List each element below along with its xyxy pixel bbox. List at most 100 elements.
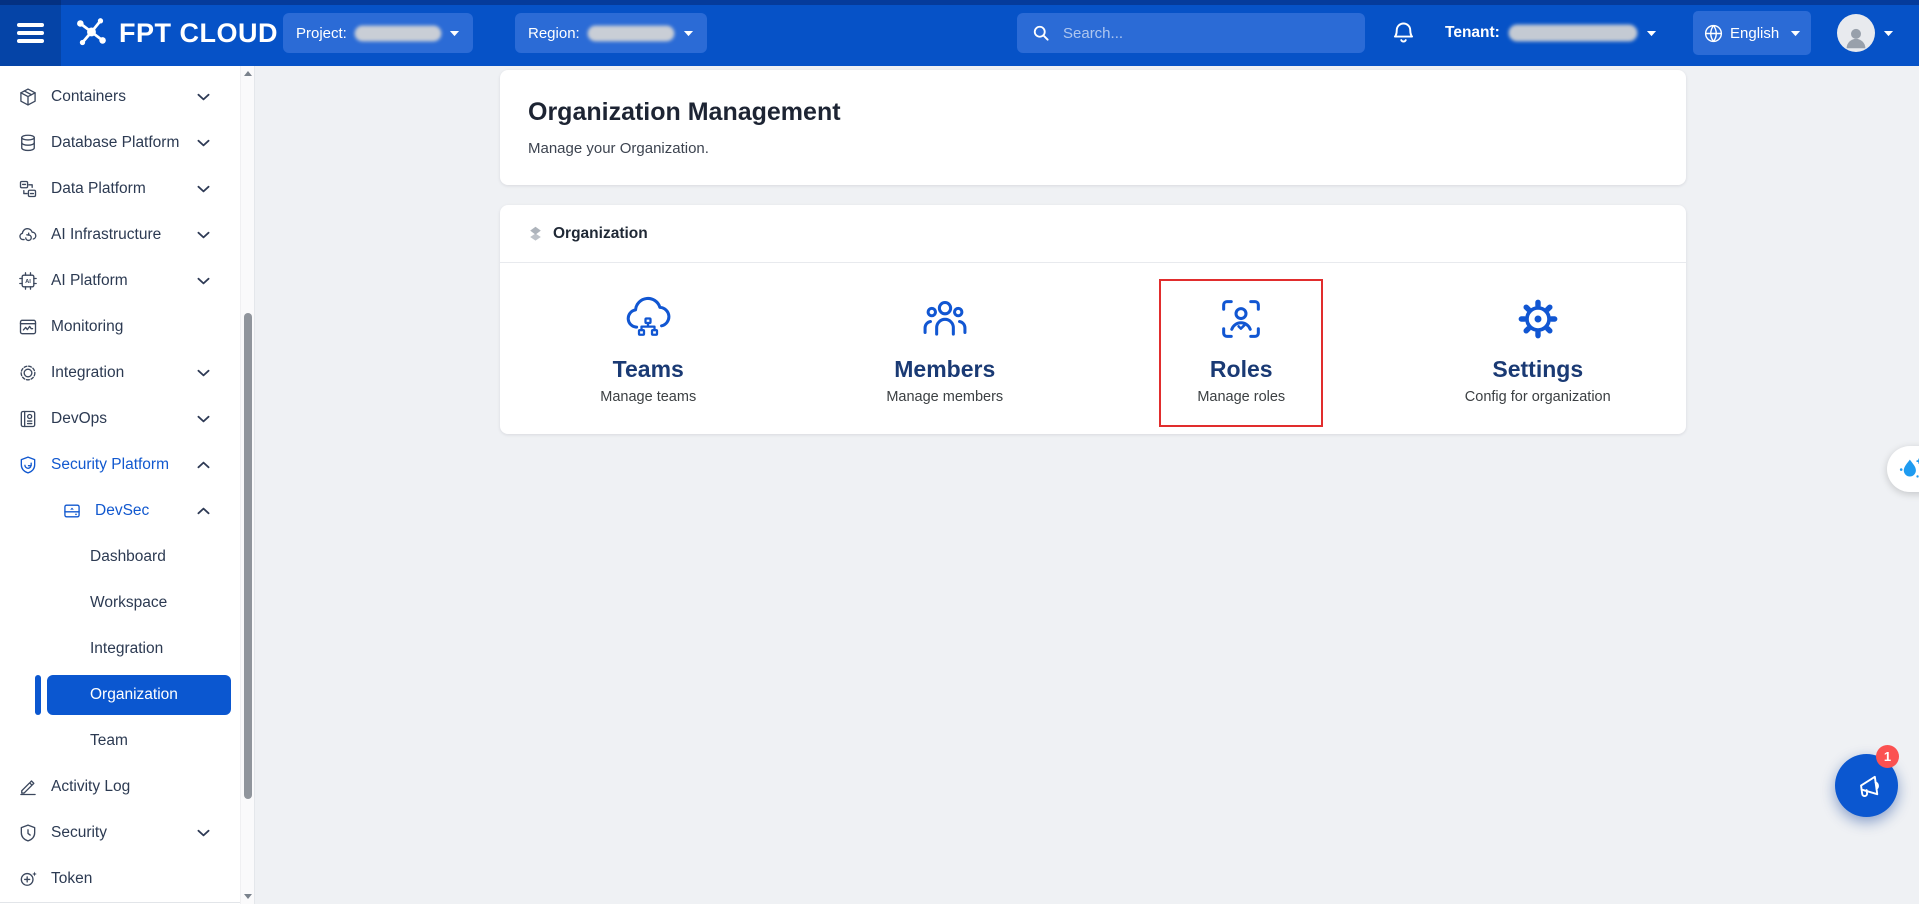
chevron-down-icon <box>1883 30 1894 37</box>
integration-icon <box>18 363 38 383</box>
tile-roles[interactable]: Roles Manage roles <box>1093 263 1390 434</box>
sidebar-item-ai-platform[interactable]: AI AI Platform <box>0 258 240 304</box>
token-icon <box>18 869 38 889</box>
sidebar-item-team[interactable]: Team <box>0 718 240 764</box>
region-label: Region: <box>528 24 580 42</box>
organization-card: Organization Teams Manage teams Members Man… <box>500 205 1686 434</box>
sidebar-item-ai-infrastructure[interactable]: AI Infrastructure <box>0 212 240 258</box>
sidebar-item-label: Integration <box>90 640 164 657</box>
chevron-up-icon <box>197 461 210 469</box>
devsec-icon <box>62 501 82 521</box>
sidebar-item-label: Security <box>51 824 107 841</box>
data-platform-icon <box>18 179 38 199</box>
chevron-down-icon <box>197 231 210 239</box>
sidebar-item-label: Team <box>90 732 128 749</box>
sidebar-item-database-platform[interactable]: Database Platform <box>0 120 240 166</box>
sidebar-item-devsec[interactable]: DevSec <box>0 488 240 534</box>
page-header-card: Organization Management Manage your Orga… <box>500 70 1686 185</box>
chevron-up-icon <box>197 507 210 515</box>
hamburger-icon <box>17 19 44 48</box>
tile-description: Manage teams <box>600 389 697 405</box>
activity-log-icon <box>18 777 38 797</box>
sidebar-nav-list: Containers Database Platform Data Platform… <box>0 74 240 902</box>
sidebar-item-label: Database Platform <box>51 134 180 151</box>
svg-text:AI: AI <box>25 279 31 285</box>
sidebar-item-label: Token <box>51 870 93 887</box>
sidebar-item-label: Security Platform <box>51 456 170 473</box>
organization-section-title: Organization <box>553 224 648 242</box>
brand-logo[interactable]: FPT CLOUD <box>74 0 278 66</box>
redacted-tenant-value <box>1508 25 1637 41</box>
organization-tiles: Teams Manage teams Members Manage members Ro… <box>500 263 1686 434</box>
redacted-project-value <box>354 25 441 41</box>
user-menu[interactable] <box>1837 0 1894 66</box>
menu-toggle-button[interactable] <box>0 0 61 66</box>
tile-title: Roles <box>1209 356 1273 382</box>
chevron-down-icon <box>197 829 210 837</box>
ai-infrastructure-icon <box>18 225 38 245</box>
region-selector[interactable]: Region: <box>515 13 707 53</box>
sidebar-item-integration[interactable]: Integration <box>0 350 240 396</box>
sidebar-item-label: Containers <box>51 88 126 105</box>
notifications-button[interactable] <box>1390 19 1418 47</box>
fpt-logo-icon <box>74 15 110 51</box>
sidebar-item-label: AI Infrastructure <box>51 226 162 243</box>
sidebar-item-dashboard[interactable]: Dashboard <box>0 534 240 580</box>
scroll-up-arrow-icon[interactable] <box>243 69 253 79</box>
sidebar-item-activity-log[interactable]: Activity Log <box>0 764 240 810</box>
tenant-label: Tenant: <box>1445 24 1500 41</box>
sidebar-item-label: DevOps <box>51 410 107 427</box>
chevron-down-icon <box>1646 30 1657 37</box>
global-search <box>1017 13 1365 53</box>
members-icon <box>919 293 971 345</box>
sidebar-item-token[interactable]: Token <box>0 856 240 902</box>
chevron-down-icon <box>197 369 210 377</box>
notification-badge: 1 <box>1876 745 1899 768</box>
sidebar-item-label: Dashboard <box>90 548 166 565</box>
security-platform-icon <box>18 455 38 475</box>
sidebar-item-label: Organization <box>90 686 178 703</box>
sidebar-item-label: Monitoring <box>51 318 124 335</box>
sidebar-item-devops[interactable]: DevOps <box>0 396 240 442</box>
sidebar-item-security-platform[interactable]: Security Platform <box>0 442 240 488</box>
sidebar-item-data-platform[interactable]: Data Platform <box>0 166 240 212</box>
layers-icon <box>527 225 544 242</box>
page-title: Organization Management <box>528 98 841 126</box>
chevron-down-icon <box>449 30 460 37</box>
settings-icon <box>1512 293 1564 345</box>
sidebar-scrollbar[interactable] <box>240 66 254 904</box>
scroll-down-arrow-icon[interactable] <box>243 891 253 901</box>
sidebar-item-organization[interactable]: Organization <box>0 672 240 718</box>
language-selector[interactable]: English <box>1693 11 1811 55</box>
chevron-down-icon <box>197 277 210 285</box>
sidebar-item-label: Data Platform <box>51 180 146 197</box>
project-selector[interactable]: Project: <box>283 13 473 53</box>
roles-icon <box>1215 293 1267 345</box>
sidebar-item-label: AI Platform <box>51 272 128 289</box>
sidebar-item-workspace[interactable]: Workspace <box>0 580 240 626</box>
tile-settings[interactable]: Settings Config for organization <box>1390 263 1687 434</box>
containers-icon <box>18 87 38 107</box>
teams-icon <box>622 293 674 345</box>
tile-members[interactable]: Members Manage members <box>797 263 1094 434</box>
security-icon <box>18 823 38 843</box>
sidebar: Containers Database Platform Data Platform… <box>0 66 255 904</box>
assistant-widget-button[interactable] <box>1887 446 1919 492</box>
sidebar-item-containers[interactable]: Containers <box>0 74 240 120</box>
sidebar-item-security[interactable]: Security <box>0 810 240 856</box>
organization-section-header: Organization <box>527 205 648 262</box>
scrollbar-thumb[interactable] <box>244 313 252 799</box>
sidebar-item-integration[interactable]: Integration <box>0 626 240 672</box>
sidebar-item-monitoring[interactable]: Monitoring <box>0 304 240 350</box>
tile-title: Settings <box>1492 356 1584 382</box>
search-input[interactable] <box>1063 24 1351 42</box>
chevron-down-icon <box>197 185 210 193</box>
tenant-selector[interactable]: Tenant: <box>1445 0 1657 66</box>
tile-description: Manage roles <box>1197 389 1286 405</box>
brand-name: FPT CLOUD <box>119 17 278 48</box>
page-subtitle: Manage your Organization. <box>528 140 709 157</box>
ai-platform-icon: AI <box>18 271 38 291</box>
tile-teams[interactable]: Teams Manage teams <box>500 263 797 434</box>
top-navigation-bar: FPT CLOUD Project: Region: Tenant: <box>0 0 1919 66</box>
sidebar-item-label: Integration <box>51 364 125 381</box>
